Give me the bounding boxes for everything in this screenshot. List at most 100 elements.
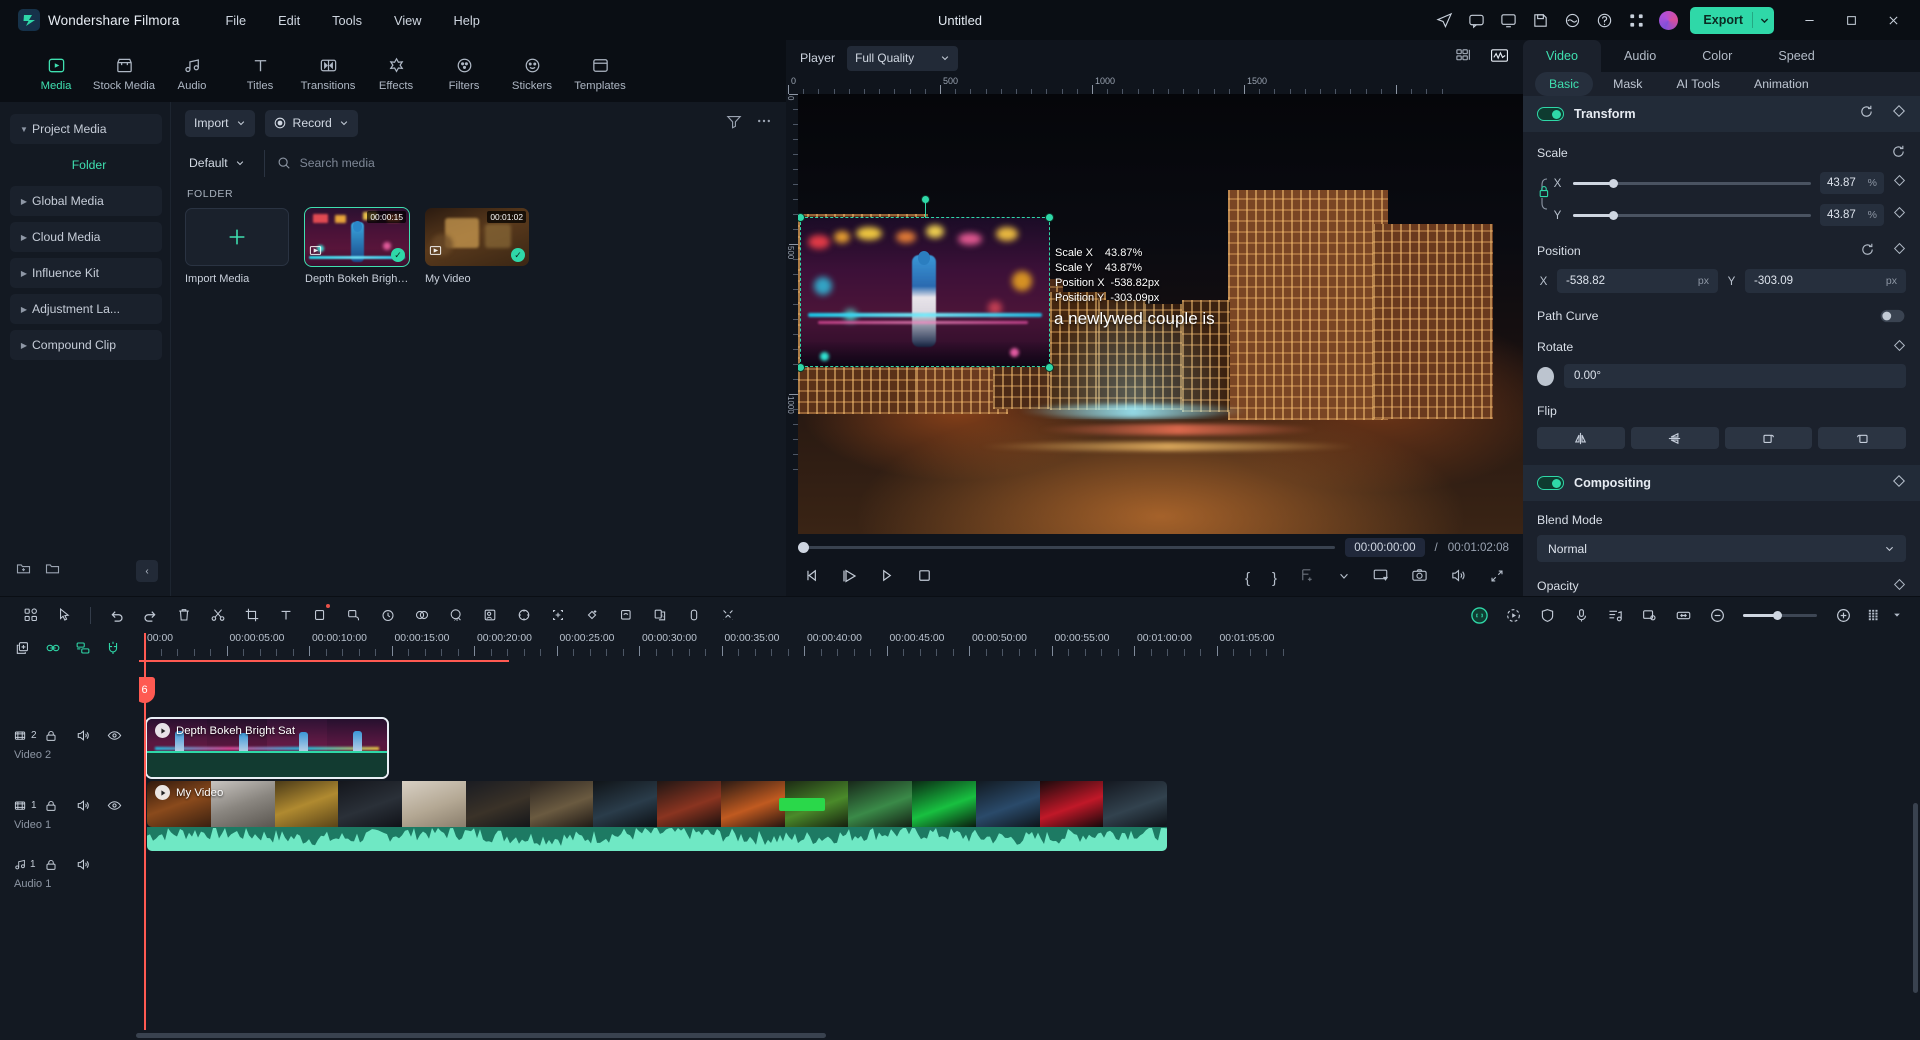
ribbon-tab-templates[interactable]: Templates (566, 50, 634, 92)
mark-out-icon[interactable]: } (1272, 570, 1277, 587)
compositing-toggle[interactable] (1537, 476, 1564, 490)
snapshot-icon[interactable] (1411, 567, 1428, 589)
previous-frame-icon[interactable] (804, 567, 821, 589)
shield-icon[interactable] (1530, 600, 1564, 630)
mask-icon[interactable] (405, 600, 439, 630)
media-item-my-video[interactable]: 00:01:02 ✓ My Video (425, 208, 529, 287)
media-thumbnail[interactable]: 00:00:15 ✓ (305, 208, 409, 266)
mute-icon[interactable] (76, 728, 108, 743)
subtab-basic[interactable]: Basic (1535, 72, 1593, 96)
sidebar-item-folder[interactable]: Folder (10, 150, 162, 180)
select-tool-icon[interactable] (48, 600, 82, 630)
keyframe-diamond-icon[interactable] (1893, 339, 1906, 355)
waveform-icon[interactable] (1490, 47, 1509, 69)
undo-icon[interactable] (99, 600, 133, 630)
tab-video[interactable]: Video (1523, 40, 1601, 72)
sidebar-item-adjustment-layer[interactable]: ▶ Adjustment La... (10, 294, 162, 324)
mute-icon[interactable] (76, 798, 108, 813)
scale-y-input[interactable]: 43.87 % (1820, 204, 1884, 226)
audio-mixer-icon[interactable] (1598, 600, 1632, 630)
sidebar-item-compound-clip[interactable]: ▶ Compound Clip (10, 330, 162, 360)
path-curve-toggle[interactable] (1881, 310, 1905, 322)
resize-handle-br[interactable] (1045, 363, 1054, 372)
rotate-cw-icon[interactable] (1725, 427, 1813, 449)
position-y-input[interactable]: -303.09 px (1745, 269, 1906, 293)
flip-vertical-icon[interactable] (1631, 427, 1719, 449)
menu-tools[interactable]: Tools (316, 8, 378, 33)
save-icon[interactable] (1525, 6, 1555, 34)
menu-help[interactable]: Help (438, 8, 496, 33)
lock-linked-icon[interactable] (1537, 165, 1551, 223)
avatar[interactable] (1659, 11, 1678, 30)
menu-file[interactable]: File (209, 8, 262, 33)
lock-icon[interactable] (44, 799, 76, 813)
help-icon[interactable] (1589, 6, 1619, 34)
media-item-depth-bokeh[interactable]: 00:00:15 ✓ Depth Bokeh Bright Sat (305, 208, 409, 287)
ribbon-tab-transitions[interactable]: Transitions (294, 50, 362, 92)
record-button[interactable]: Record (265, 110, 358, 137)
magnet-snap-icon[interactable] (98, 635, 128, 661)
new-folder-icon[interactable] (16, 561, 31, 581)
green-screen-icon[interactable] (337, 600, 371, 630)
timeline-zoom-slider[interactable] (1743, 614, 1817, 617)
layout-icon[interactable] (14, 600, 48, 630)
keyframe-diamond-icon[interactable] (1893, 242, 1906, 260)
unlink-icon[interactable] (711, 600, 745, 630)
lock-icon[interactable] (44, 729, 76, 743)
mute-icon[interactable] (76, 857, 108, 872)
sidebar-item-cloud-media[interactable]: ▶ Cloud Media (10, 222, 162, 252)
reset-icon[interactable] (1860, 242, 1875, 260)
speed-icon[interactable] (371, 600, 405, 630)
minimize-button[interactable] (1788, 0, 1830, 40)
crop-icon[interactable] (235, 600, 269, 630)
ribbon-tab-media[interactable]: Media (22, 50, 90, 92)
menu-view[interactable]: View (378, 8, 438, 33)
share-icon[interactable] (1429, 6, 1459, 34)
eye-icon[interactable] (107, 728, 139, 743)
keyframe-add-icon[interactable] (541, 600, 575, 630)
ribbon-tab-effects[interactable]: Effects (362, 50, 430, 92)
media-thumbnail[interactable]: 00:01:02 ✓ (425, 208, 529, 266)
play-icon[interactable] (841, 567, 859, 590)
current-time[interactable]: 00:00:00:00 (1345, 538, 1424, 557)
mark-in-icon[interactable]: { (1245, 570, 1250, 587)
timeline-clip-depth-bokeh[interactable]: Depth Bokeh Bright Sat (147, 719, 387, 777)
subtab-animation[interactable]: Animation (1740, 72, 1823, 96)
sidebar-item-global-media[interactable]: ▶ Global Media (10, 186, 162, 216)
maximize-button[interactable] (1830, 0, 1872, 40)
ai-audio-icon[interactable]: AI (439, 600, 473, 630)
import-media-tile[interactable] (185, 208, 289, 266)
tab-speed[interactable]: Speed (1755, 40, 1837, 72)
keyframe-grid-icon[interactable] (1860, 600, 1888, 630)
sticker-icon[interactable] (609, 600, 643, 630)
more-options-icon[interactable] (756, 113, 772, 134)
sidebar-item-project-media[interactable]: ▼ Project Media (10, 114, 162, 144)
volume-icon[interactable] (1450, 567, 1467, 589)
filter-icon[interactable] (726, 113, 742, 134)
search-media-input[interactable]: Search media (264, 150, 772, 177)
keyframe-diamond-icon[interactable] (1893, 578, 1906, 594)
fullscreen-icon[interactable] (1489, 568, 1505, 589)
timeline-horizontal-scrollbar[interactable] (136, 1033, 826, 1038)
subtab-ai-tools[interactable]: AI Tools (1662, 72, 1734, 96)
scale-y-slider[interactable] (1573, 214, 1811, 217)
keyframe-diamond-icon[interactable] (1893, 174, 1906, 192)
transform-toggle[interactable] (1537, 107, 1564, 121)
sort-dropdown[interactable]: Default (185, 150, 254, 177)
timeline-ruler[interactable]: 00:0000:00:05:0000:00:10:0000:00:15:0000… (139, 633, 1920, 663)
media-item-import[interactable]: Import Media (185, 208, 289, 287)
export-frame-icon[interactable] (1299, 567, 1316, 589)
rotate-dial[interactable] (1537, 367, 1554, 386)
ribbon-tab-audio[interactable]: Audio (158, 50, 226, 92)
playhead-handle[interactable]: 6 (139, 677, 155, 703)
flip-horizontal-icon[interactable] (1537, 427, 1625, 449)
layered-icon[interactable] (68, 635, 98, 661)
screen-icon[interactable] (1372, 567, 1389, 589)
ribbon-tab-stickers[interactable]: Stickers (498, 50, 566, 92)
next-frame-icon[interactable] (879, 567, 896, 589)
redo-icon[interactable] (133, 600, 167, 630)
chat-icon[interactable] (1461, 6, 1491, 34)
collapse-panel-icon[interactable]: ‹ (136, 560, 158, 582)
ribbon-tab-titles[interactable]: Titles (226, 50, 294, 92)
freeze-frame-icon[interactable]: A (643, 600, 677, 630)
